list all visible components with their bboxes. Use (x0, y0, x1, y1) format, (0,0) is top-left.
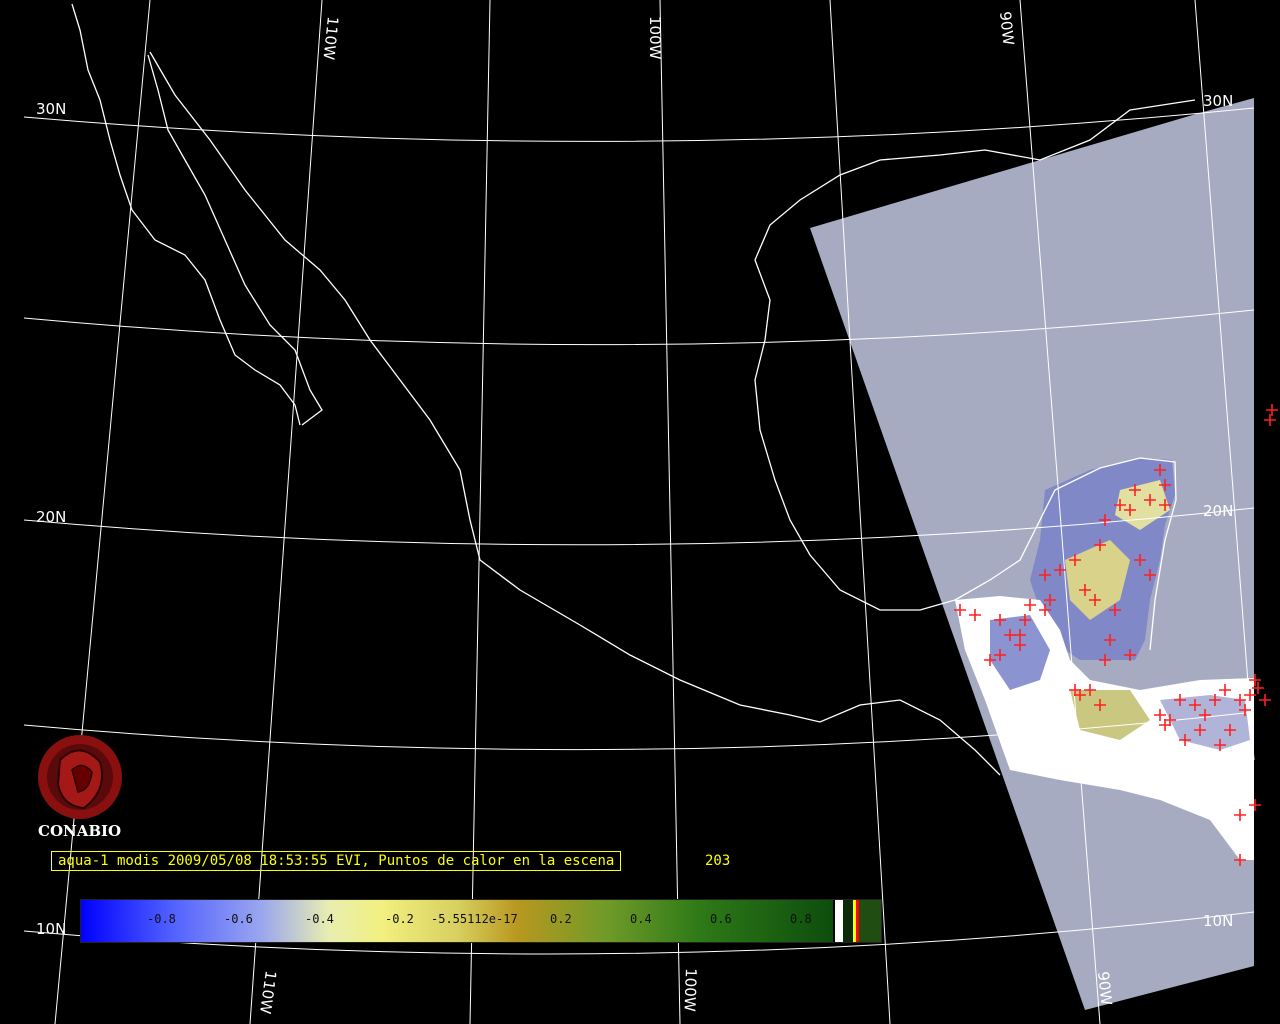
label-lon-110w-bottom: 110W (256, 969, 280, 1015)
baja-california-pacific-coast (71, 3, 301, 426)
colorbar-label: -5.55112e-17 (431, 912, 518, 926)
colorbar-end-swatch (859, 900, 881, 942)
colorbar-dark-swatch (843, 900, 853, 942)
label-lon-90w-top: 90W (996, 11, 1017, 47)
meridian-95w (829, 0, 891, 1024)
label-lat-10n-right: 10N (1203, 912, 1233, 930)
conabio-logo-text: CONABIO (38, 822, 122, 840)
label-lon-110w-top: 110W (319, 16, 341, 61)
colorbar-label: -0.8 (147, 912, 176, 926)
label-lon-100w-top: 100W (646, 16, 664, 60)
label-lat-30n-left: 30N (36, 100, 66, 118)
colorbar-white-swatch (835, 900, 843, 942)
evi-colorbar: -0.8 -0.6 -0.4 -0.2 -5.55112e-17 0.2 0.4… (80, 899, 882, 943)
mexico-pacific-coast (149, 51, 1001, 776)
label-lat-30n-right: 30N (1203, 92, 1233, 110)
conabio-logo-icon (38, 735, 122, 819)
colorbar-label: 0.4 (630, 912, 652, 926)
label-lat-20n-left: 20N (36, 508, 66, 526)
label-lat-20n-right: 20N (1203, 502, 1233, 520)
hotspot-count: 203 (705, 853, 731, 869)
colorbar-label: 0.8 (790, 912, 812, 926)
colorbar-label: -0.2 (385, 912, 414, 926)
scene-caption: aqua-1 modis 2009/05/08 18:53:55 EVI, Pu… (51, 851, 622, 871)
satellite-swath (810, 98, 1254, 1010)
hotspot-marker (1259, 694, 1271, 706)
colorbar-label: -0.6 (224, 912, 253, 926)
label-lon-100w-bottom: 100W (680, 968, 700, 1012)
label-lon-90w-bottom: 90W (1094, 971, 1115, 1007)
latitude-line-30n (23, 107, 1255, 142)
colorbar-label: 0.2 (550, 912, 572, 926)
label-lat-10n-left: 10N (36, 920, 66, 938)
hotspot-marker (1264, 414, 1276, 426)
meridian-100w (659, 0, 681, 1024)
colorbar-label: -0.4 (305, 912, 334, 926)
colorbar-label: 0.6 (710, 912, 732, 926)
hotspot-marker (1266, 404, 1278, 416)
